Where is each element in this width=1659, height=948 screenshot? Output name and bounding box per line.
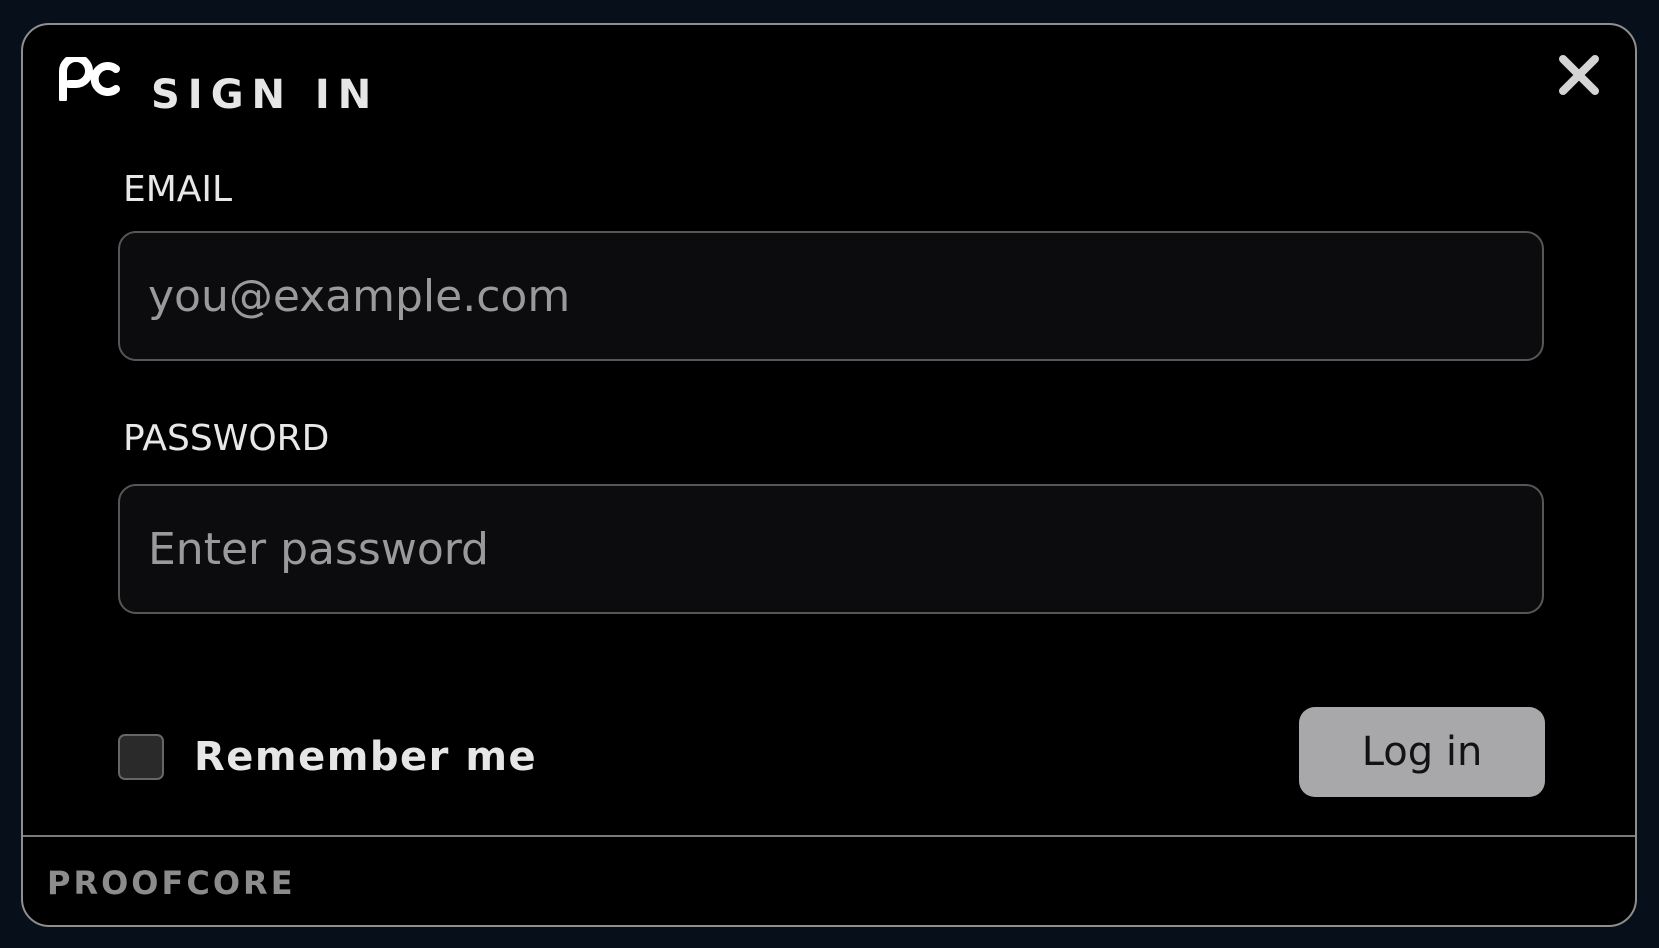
email-input-box[interactable] [118,231,1544,361]
email-input[interactable] [120,233,1542,359]
dialog-title: SIGN IN [151,72,380,118]
footer-divider [23,835,1635,837]
password-label: PASSWORD [123,418,330,459]
password-input[interactable] [120,486,1542,612]
dialog-header: SIGN IN [23,25,1635,135]
sign-in-dialog: SIGN IN EMAIL PASSWORD Remember me Log i… [21,23,1637,927]
proofcore-logo-icon [59,57,120,101]
remember-me-toggle[interactable]: Remember me [118,733,537,781]
footer-brand: PROOFCORE [47,864,296,902]
close-icon[interactable] [1557,53,1601,97]
remember-me-checkbox[interactable] [118,734,164,780]
password-input-box[interactable] [118,484,1544,614]
log-in-button[interactable]: Log in [1299,707,1545,797]
email-label: EMAIL [123,169,233,210]
remember-me-label: Remember me [194,734,538,780]
